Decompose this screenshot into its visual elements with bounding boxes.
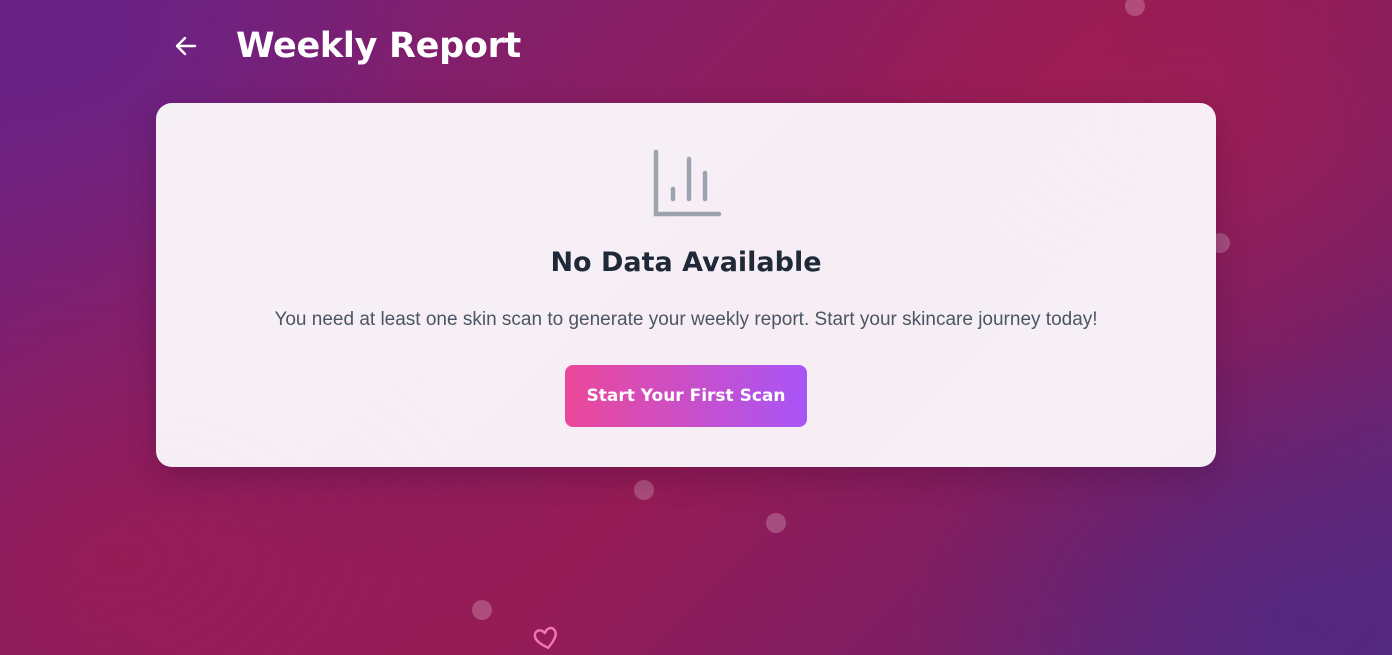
background-bubble: [634, 480, 654, 500]
background-bubble: [472, 600, 492, 620]
page-header: Weekly Report: [170, 22, 521, 70]
empty-state-description: You need at least one skin scan to gener…: [274, 309, 1098, 330]
empty-state-card: No Data Available You need at least one …: [156, 103, 1216, 467]
background-bubble: [766, 513, 786, 533]
arrow-left-icon: [175, 36, 197, 56]
start-first-scan-button[interactable]: Start Your First Scan: [565, 365, 807, 427]
empty-state-title: No Data Available: [550, 247, 822, 278]
page-title: Weekly Report: [236, 26, 521, 66]
bar-chart-icon: [653, 149, 723, 219]
heart-icon: [532, 624, 560, 652]
back-button[interactable]: [170, 30, 202, 62]
background-bubble: [1125, 0, 1145, 16]
